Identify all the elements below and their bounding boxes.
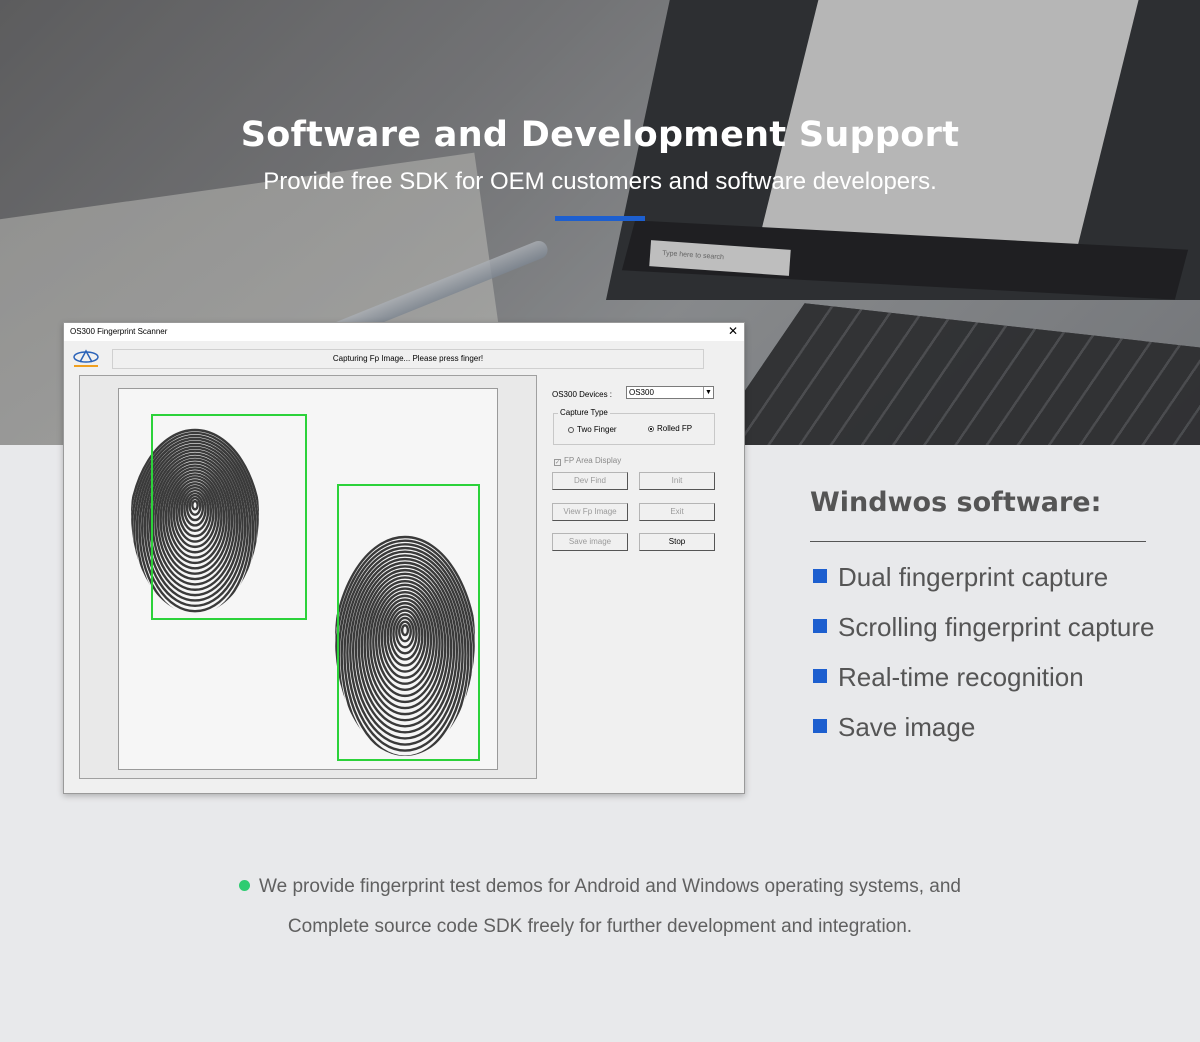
dev-find-button[interactable]: Dev Find xyxy=(552,472,628,490)
features-title: Windwos software: xyxy=(810,487,1102,518)
square-bullet-icon xyxy=(813,669,827,683)
checkmark-icon: ✓ xyxy=(554,459,561,466)
square-bullet-icon xyxy=(813,569,827,583)
save-image-button[interactable]: Save image xyxy=(552,533,628,551)
radio-rolled-fp-label: Rolled FP xyxy=(657,424,693,433)
fingerprint-canvas xyxy=(118,388,498,770)
page-title: Software and Development Support xyxy=(240,115,960,155)
fingerprint-detection-box-left xyxy=(151,414,307,620)
devices-label: OS300 Devices : xyxy=(552,390,613,399)
feature-item: Scrolling fingerprint capture xyxy=(813,612,1155,643)
fp-area-display-label: FP Area Display xyxy=(564,456,622,465)
fp-area-display-checkbox[interactable]: ✓ FP Area Display xyxy=(554,456,621,466)
device-select[interactable]: OS300 ▼ xyxy=(626,386,714,399)
stop-button[interactable]: Stop xyxy=(639,533,715,551)
dot-bullet-icon xyxy=(239,880,251,891)
feature-item-label: Real-time recognition xyxy=(838,662,1084,692)
close-icon[interactable]: ✕ xyxy=(728,324,738,338)
note-text-1: We provide fingerprint test demos for An… xyxy=(259,876,961,897)
radio-unselected-icon xyxy=(568,427,574,433)
fingerprint-scanner-window: OS300 Fingerprint Scanner ✕ Capturing Fp… xyxy=(63,322,745,794)
radio-two-finger[interactable]: Two Finger xyxy=(568,425,617,434)
capture-type-label: Capture Type xyxy=(558,408,610,417)
page-subtitle: Provide free SDK for OEM customers and s… xyxy=(263,168,937,195)
radio-two-finger-label: Two Finger xyxy=(577,425,617,434)
note-line-2: Complete source code SDK freely for furt… xyxy=(287,916,913,937)
feature-item: Real-time recognition xyxy=(813,662,1084,693)
square-bullet-icon xyxy=(813,619,827,633)
feature-item: Dual fingerprint capture xyxy=(813,562,1108,593)
window-title: OS300 Fingerprint Scanner xyxy=(70,327,168,336)
feature-item-label: Scrolling fingerprint capture xyxy=(838,612,1155,642)
radio-rolled-fp[interactable]: Rolled FP xyxy=(648,424,692,433)
feature-item-label: Save image xyxy=(838,712,976,742)
fingerprint-image-panel xyxy=(79,375,537,779)
radio-selected-icon xyxy=(648,426,654,432)
init-button[interactable]: Init xyxy=(639,472,715,490)
note-line-1: We provide fingerprint test demos for An… xyxy=(0,876,1200,898)
exit-button[interactable]: Exit xyxy=(639,503,715,521)
feature-item: Save image xyxy=(813,712,975,743)
company-logo xyxy=(73,349,99,367)
chevron-down-icon[interactable]: ▼ xyxy=(703,387,713,398)
capture-type-group: Capture Type Two Finger Rolled FP xyxy=(553,408,715,445)
features-divider xyxy=(810,541,1146,542)
window-titlebar: OS300 Fingerprint Scanner ✕ xyxy=(64,323,744,341)
status-message: Capturing Fp Image... Please press finge… xyxy=(112,349,704,369)
device-select-value: OS300 xyxy=(629,388,654,397)
fingerprint-detection-box-right xyxy=(337,484,480,761)
view-fp-image-button[interactable]: View Fp Image xyxy=(552,503,628,521)
square-bullet-icon xyxy=(813,719,827,733)
feature-item-label: Dual fingerprint capture xyxy=(838,562,1109,592)
title-accent-rule xyxy=(555,216,645,221)
